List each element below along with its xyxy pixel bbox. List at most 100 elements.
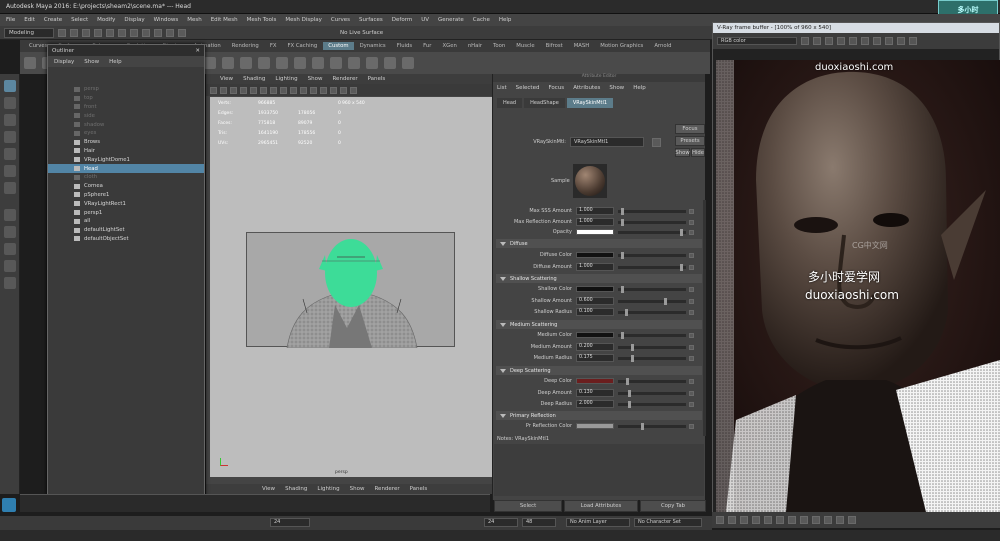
- green-channel-icon[interactable]: [825, 37, 833, 45]
- slider-handle[interactable]: [640, 422, 644, 430]
- slider-handle[interactable]: [679, 228, 683, 236]
- ae-slider[interactable]: [618, 207, 686, 215]
- shelf-tab[interactable]: Rendering: [227, 42, 264, 50]
- slider-handle[interactable]: [627, 400, 631, 408]
- single-view-icon[interactable]: [3, 209, 16, 221]
- vfb-tool-icon[interactable]: [728, 516, 736, 524]
- map-button-icon[interactable]: [689, 378, 694, 384]
- shelf-tool-icon[interactable]: [330, 57, 342, 69]
- ae-value-field[interactable]: 0.600: [576, 297, 614, 305]
- color-swatch[interactable]: [576, 423, 614, 429]
- map-button-icon[interactable]: [689, 355, 694, 361]
- command-line[interactable]: [0, 530, 1000, 541]
- map-button-icon[interactable]: [689, 423, 694, 429]
- ae-menu-item[interactable]: Help: [633, 85, 646, 91]
- slider-handle[interactable]: [624, 308, 628, 316]
- outliner-item[interactable]: front: [48, 103, 204, 112]
- vfb-tool-icon[interactable]: [740, 516, 748, 524]
- ae-value-field[interactable]: 0.100: [576, 308, 614, 316]
- shelf-tool-icon[interactable]: [348, 57, 360, 69]
- shelf-tab[interactable]: FX Caching: [283, 42, 323, 50]
- ae-load-attributes-button[interactable]: Load Attributes: [564, 500, 638, 512]
- shelf-tool-icon[interactable]: [294, 57, 306, 69]
- ae-tab[interactable]: VRaySkinMtl1: [566, 98, 614, 108]
- textured-icon[interactable]: [290, 86, 297, 94]
- last-tool-icon[interactable]: [3, 182, 16, 194]
- ae-menu-item[interactable]: List: [497, 85, 507, 91]
- slider-handle[interactable]: [679, 263, 683, 271]
- vfb-tool-icon[interactable]: [752, 516, 760, 524]
- render-icon[interactable]: [873, 37, 881, 45]
- viewport-menu-item[interactable]: Shading: [243, 76, 265, 82]
- ae-slider[interactable]: [618, 422, 686, 430]
- redo-icon[interactable]: [106, 28, 114, 37]
- map-button-icon[interactable]: [689, 401, 694, 407]
- ao-icon[interactable]: [320, 86, 327, 94]
- collapse-arrow-icon[interactable]: [500, 322, 506, 327]
- ae-notes-field[interactable]: [494, 444, 704, 496]
- shelf-tool-icon[interactable]: [204, 57, 216, 69]
- collapse-arrow-icon[interactable]: [500, 413, 506, 418]
- select-hierarchy-icon[interactable]: [118, 28, 126, 37]
- ae-section-header[interactable]: Shallow Scattering: [496, 274, 702, 283]
- select-object-icon[interactable]: [130, 28, 138, 37]
- xray-icon[interactable]: [350, 86, 357, 94]
- outliner-item[interactable]: Cornea: [48, 182, 204, 191]
- outliner-menu-item[interactable]: Show: [84, 59, 99, 65]
- scale-tool-icon[interactable]: [3, 165, 16, 177]
- wireframe-icon[interactable]: [270, 86, 277, 94]
- stop-render-icon[interactable]: [897, 37, 905, 45]
- collapse-arrow-icon[interactable]: [500, 241, 506, 246]
- ae-section-header[interactable]: Deep Scattering: [496, 366, 702, 375]
- bookmark-icon[interactable]: [220, 86, 227, 94]
- ae-slider[interactable]: [618, 218, 686, 226]
- ae-slider[interactable]: [618, 331, 686, 339]
- menu-item[interactable]: Display: [124, 17, 144, 23]
- shelf-tab[interactable]: Dynamics: [355, 42, 391, 50]
- shelf-tool-icon[interactable]: [384, 57, 396, 69]
- anim-layer-select[interactable]: No Anim Layer: [566, 518, 630, 527]
- outliner-item[interactable]: defaultLightSet: [48, 226, 204, 235]
- viewport-menu-item[interactable]: Shading: [285, 486, 307, 492]
- outliner-menu-item[interactable]: Help: [109, 59, 122, 65]
- live-surface-label[interactable]: No Live Surface: [340, 30, 383, 36]
- outliner-item[interactable]: cloth: [48, 173, 204, 182]
- menu-item[interactable]: File: [6, 17, 15, 23]
- go-to-output-icon[interactable]: [652, 137, 661, 147]
- menu-item[interactable]: Cache: [473, 17, 490, 23]
- ae-value-field[interactable]: 0.200: [576, 343, 614, 351]
- vfb-tool-icon[interactable]: [836, 516, 844, 524]
- viewport-menu-item[interactable]: View: [220, 76, 233, 82]
- smooth-shade-icon[interactable]: [280, 86, 287, 94]
- ae-tab[interactable]: HeadShape: [524, 98, 565, 108]
- menu-item[interactable]: UV: [421, 17, 429, 23]
- color-swatch[interactable]: [576, 229, 614, 235]
- outliner-item[interactable]: eyes: [48, 129, 204, 138]
- map-button-icon[interactable]: [689, 332, 694, 338]
- shelf-tool-icon[interactable]: [402, 57, 414, 69]
- ae-value-field[interactable]: 1.000: [576, 218, 614, 226]
- map-button-icon[interactable]: [689, 264, 694, 270]
- shelf-tab[interactable]: Bifrost: [541, 42, 568, 50]
- slider-handle[interactable]: [627, 389, 631, 397]
- isolate-icon[interactable]: [340, 86, 347, 94]
- clear-image-icon[interactable]: [849, 37, 857, 45]
- lasso-tool-icon[interactable]: [3, 97, 16, 109]
- shelf-tool-icon[interactable]: [312, 57, 324, 69]
- outliner-layout-icon[interactable]: [3, 260, 16, 272]
- range-start-field[interactable]: 24: [484, 518, 518, 527]
- vfb-tool-icon[interactable]: [788, 516, 796, 524]
- slider-handle[interactable]: [663, 297, 667, 305]
- menu-item[interactable]: Windows: [154, 17, 179, 23]
- ae-value-field[interactable]: 0.130: [576, 389, 614, 397]
- rotate-tool-icon[interactable]: [3, 148, 16, 160]
- vfb-tool-icon[interactable]: [848, 516, 856, 524]
- shelf-tab[interactable]: Toon: [488, 42, 510, 50]
- outliner-item[interactable]: defaultObjectSet: [48, 235, 204, 244]
- ae-slider[interactable]: [618, 285, 686, 293]
- ae-show-button[interactable]: Show: [675, 148, 690, 157]
- blue-channel-icon[interactable]: [837, 37, 845, 45]
- menu-item[interactable]: Edit Mesh: [211, 17, 238, 23]
- shelf-tab[interactable]: Arnold: [649, 42, 676, 50]
- shelf-tool-icon[interactable]: [366, 57, 378, 69]
